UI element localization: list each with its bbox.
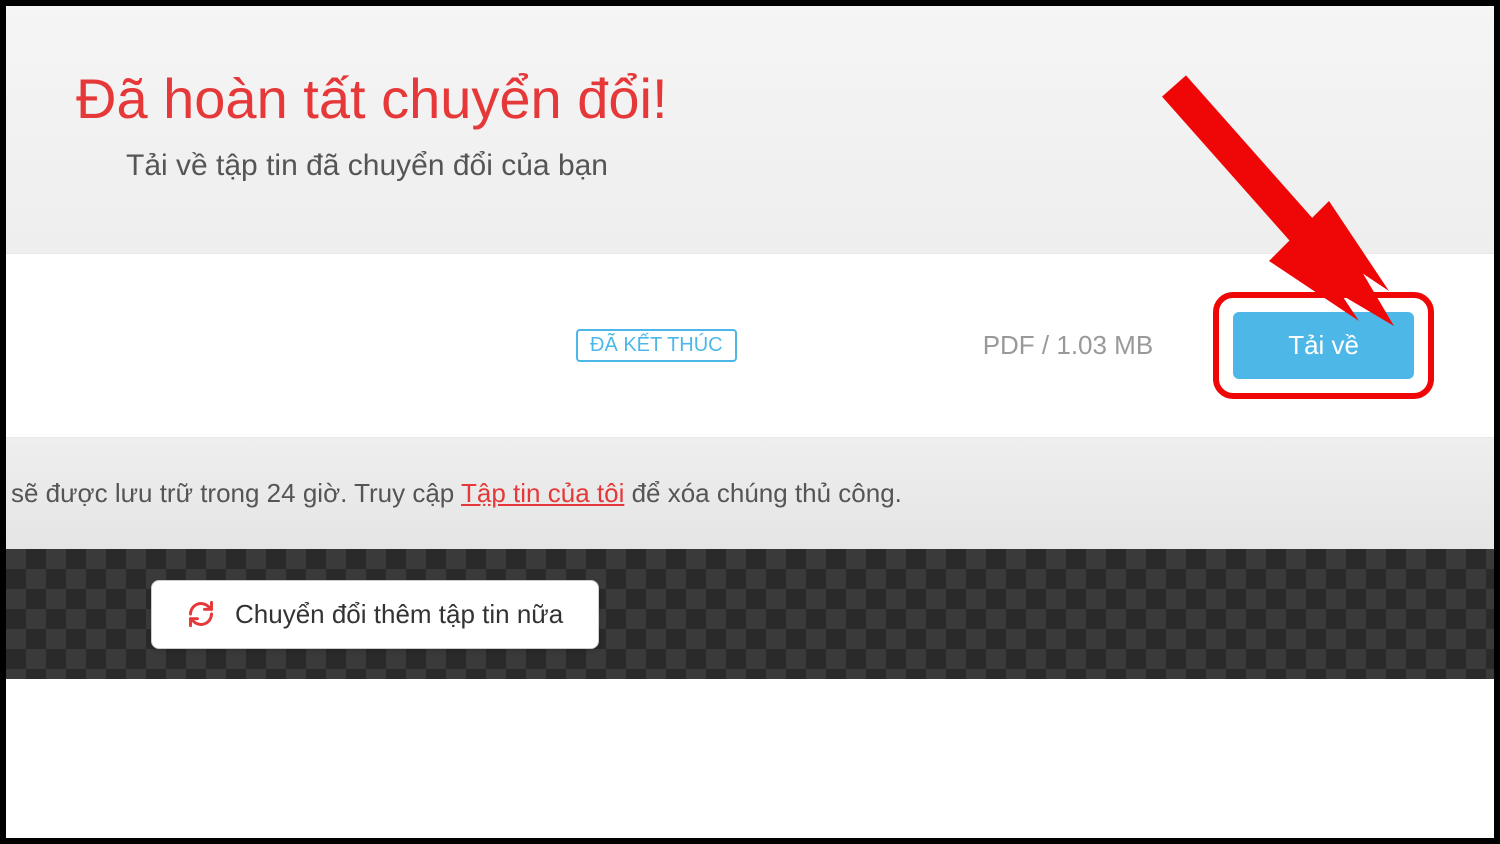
file-row: ĐÃ KẾT THÚC PDF / 1.03 MB Tải về xyxy=(6,253,1494,438)
download-button-highlight: Tải về xyxy=(1213,292,1434,399)
bottom-space xyxy=(6,679,1494,779)
convert-more-button[interactable]: Chuyển đổi thêm tập tin nữa xyxy=(151,580,599,649)
refresh-icon xyxy=(187,600,215,628)
page-subtitle: Tải về tập tin đã chuyển đổi của bạn xyxy=(76,149,1464,183)
file-info: PDF / 1.03 MB xyxy=(983,330,1154,361)
status-badge: ĐÃ KẾT THÚC xyxy=(576,329,737,362)
header-section: Đã hoàn tất chuyển đổi! Tải về tập tin đ… xyxy=(6,6,1494,253)
page-title: Đã hoàn tất chuyển đổi! xyxy=(76,66,1464,131)
download-button[interactable]: Tải về xyxy=(1233,312,1414,379)
convert-more-label: Chuyển đổi thêm tập tin nữa xyxy=(235,599,563,630)
my-files-link[interactable]: Tập tin của tôi xyxy=(461,478,624,508)
storage-suffix: để xóa chúng thủ công. xyxy=(624,478,902,508)
file-row-left: ĐÃ KẾT THÚC xyxy=(36,329,883,362)
footer-section: Chuyển đổi thêm tập tin nữa xyxy=(6,549,1494,679)
storage-prefix: sẽ được lưu trữ trong 24 giờ. Truy cập xyxy=(11,478,461,508)
outer-frame: Đã hoàn tất chuyển đổi! Tải về tập tin đ… xyxy=(0,0,1500,844)
storage-info: sẽ được lưu trữ trong 24 giờ. Truy cập T… xyxy=(6,438,1494,549)
